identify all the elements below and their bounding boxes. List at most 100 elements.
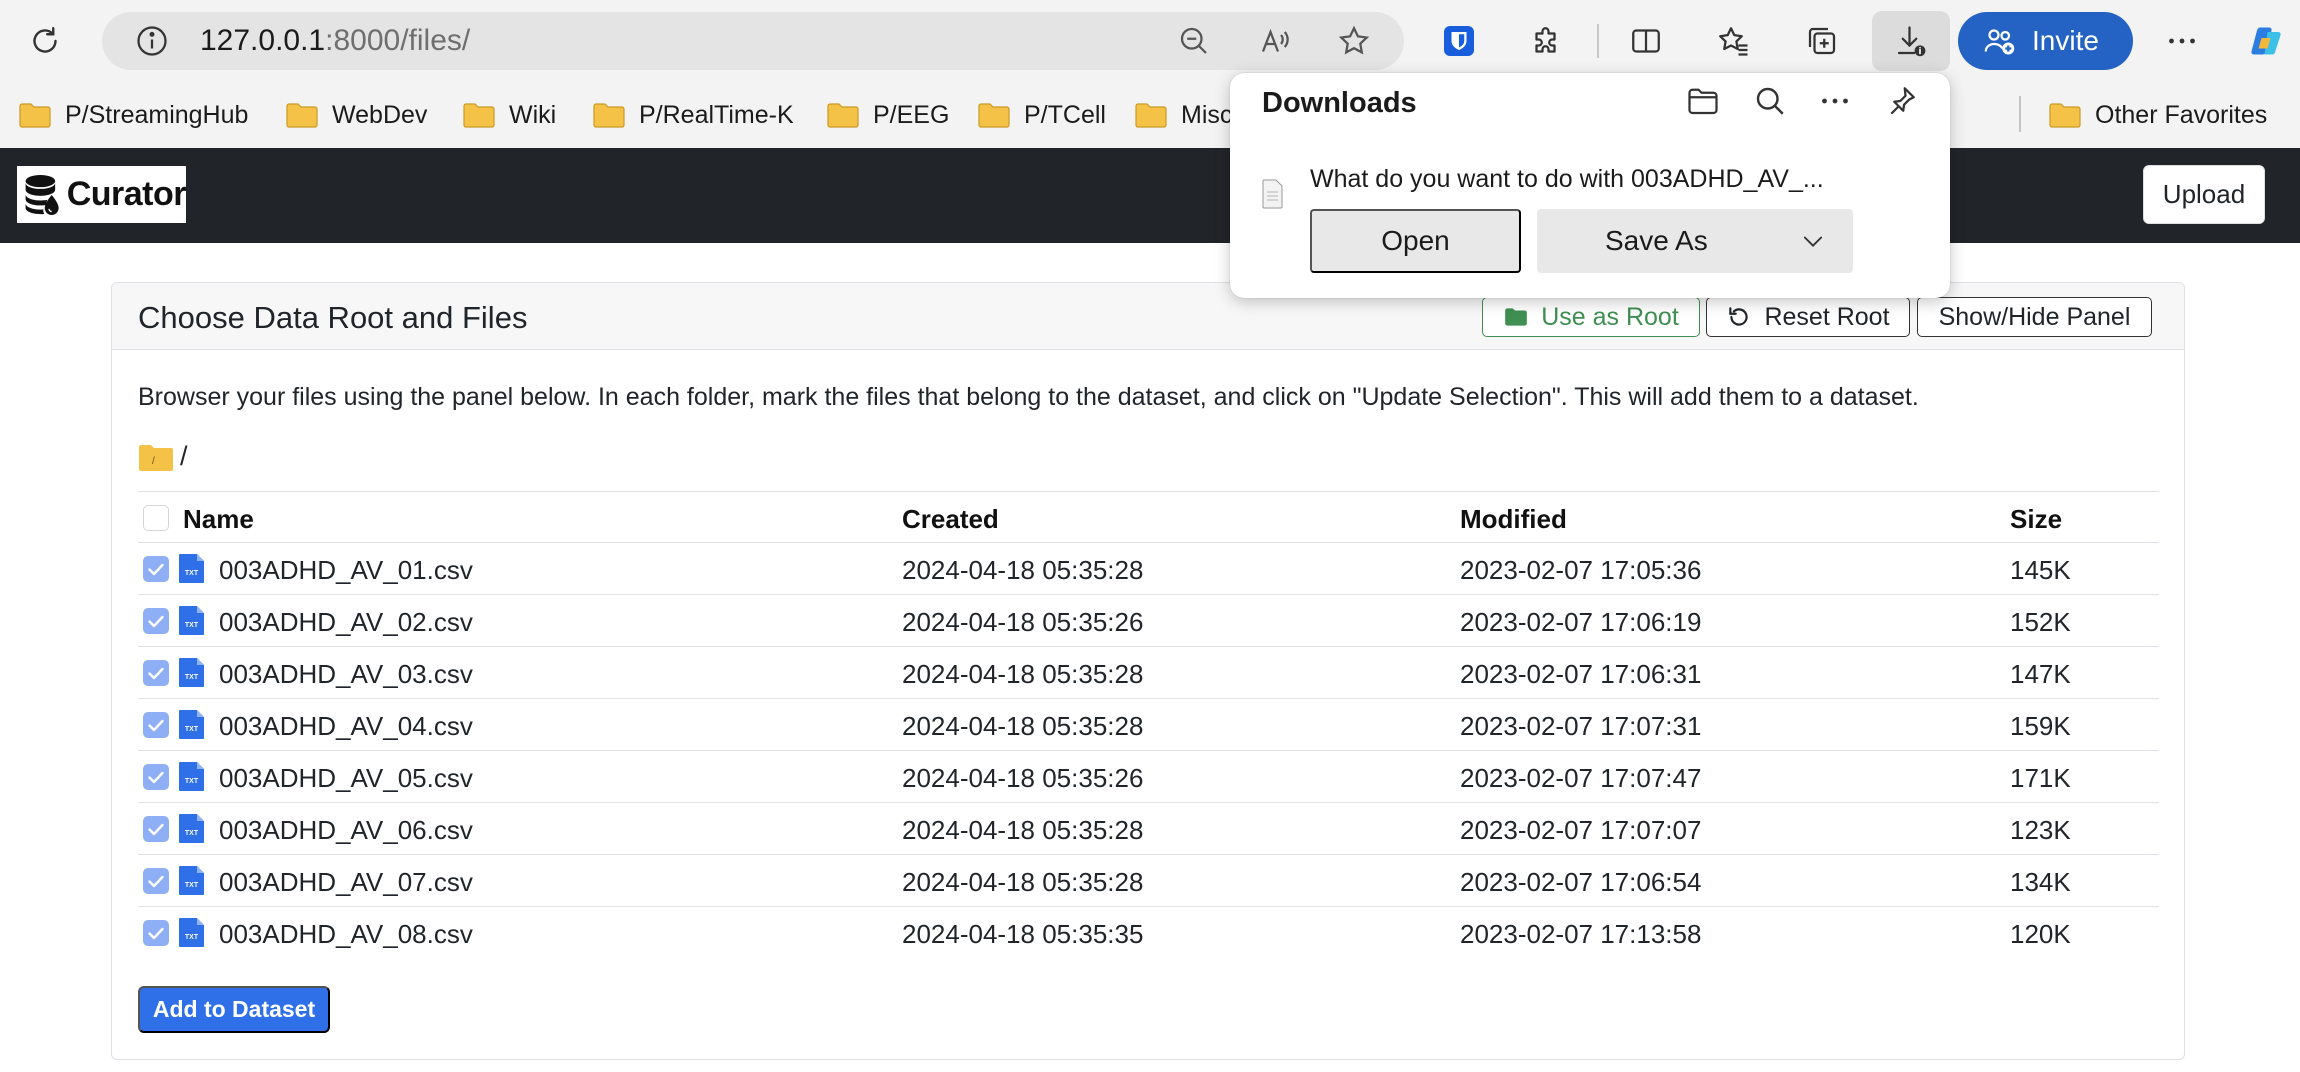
column-size[interactable]: Size [2010,504,2062,535]
read-aloud-icon[interactable] [1257,23,1293,59]
modified-date: 2023-02-07 17:07:07 [1460,815,1702,845]
save-as-button[interactable]: Save As [1537,209,1853,273]
downloads-button[interactable] [1872,11,1950,71]
address-url[interactable]: 127.0.0.1:8000/files/ [200,25,470,57]
bookmark-wiki[interactable]: Wiki [463,96,556,134]
toolbar-divider [1597,24,1599,58]
file-name[interactable]: 003ADHD_AV_03.csv [219,659,473,690]
column-name[interactable]: Name [183,504,254,535]
puzzle-icon [1535,27,1556,53]
address-bar[interactable]: 127.0.0.1:8000/files/ [102,12,1404,70]
bookmark-misc[interactable]: Misc [1135,96,1232,134]
use-as-root-button[interactable]: Use as Root [1482,297,1700,337]
bookmark-webdev[interactable]: WebDev [286,96,427,134]
table-row[interactable]: TXT 003ADHD_AV_03.csv 2024-04-18 05:35:28 2… [138,647,2159,699]
bitwarden-shield-icon [1444,26,1474,56]
row-checkbox[interactable] [143,816,169,842]
extensions-button[interactable] [1517,11,1577,71]
modified-date: 2023-02-07 17:06:19 [1460,607,1702,637]
app-navbar: Curator [0,148,2300,243]
file-name[interactable]: 003ADHD_AV_05.csv [219,763,473,794]
zoom-out-icon[interactable] [1176,23,1212,59]
collections-icon [1808,27,1836,55]
bookmark-streaminghub[interactable]: P/StreamingHub [19,96,248,134]
file-size: 145K [2010,555,2071,585]
file-size: 123K [2010,815,2071,845]
settings-more-button[interactable] [2152,11,2212,71]
txt-file-icon: TXT [179,606,204,635]
table-row[interactable]: TXT 003ADHD_AV_02.csv 2024-04-18 05:35:26 2… [138,595,2159,647]
row-checkbox[interactable] [143,660,169,686]
site-info-icon[interactable] [134,23,170,59]
bookmark-eeg[interactable]: P/EEG [827,96,949,134]
column-created[interactable]: Created [902,504,999,535]
created-date: 2024-04-18 05:35:35 [902,919,1144,949]
row-checkbox[interactable] [143,920,169,946]
row-checkbox[interactable] [143,764,169,790]
download-icon [1897,26,1926,57]
folder-icon [1505,308,1528,326]
file-name[interactable]: 003ADHD_AV_04.csv [219,711,473,742]
select-all-checkbox[interactable] [143,505,169,531]
show-hide-panel-button[interactable]: Show/Hide Panel [1917,297,2152,337]
column-modified[interactable]: Modified [1460,504,1567,535]
file-size: 120K [2010,919,2071,949]
favorite-star-icon[interactable] [1336,23,1372,59]
created-date: 2024-04-18 05:35:28 [902,711,1144,741]
bookmark-tcell[interactable]: P/TCell [978,96,1106,134]
add-to-dataset-button[interactable]: Add to Dataset [138,986,330,1033]
collections-button[interactable] [1792,11,1852,71]
favorites-button[interactable] [1704,11,1764,71]
table-row[interactable]: TXT 003ADHD_AV_07.csv 2024-04-18 05:35:28 2… [138,855,2159,907]
row-checkbox[interactable] [143,608,169,634]
file-name[interactable]: 003ADHD_AV_02.csv [219,607,473,638]
search-icon[interactable] [1752,83,1788,119]
file-icon [1262,179,1283,209]
more-options-icon[interactable] [1817,83,1853,119]
table-row[interactable]: TXT 003ADHD_AV_05.csv 2024-04-18 05:35:26 2… [138,751,2159,803]
table-row[interactable]: TXT 003ADHD_AV_01.csv 2024-04-18 05:35:28 2… [138,543,2159,595]
open-folder-icon[interactable] [1685,83,1721,119]
svg-text:/: / [152,456,155,467]
upload-button[interactable]: Upload [2143,165,2265,224]
copilot-button[interactable] [2236,11,2296,71]
modified-date: 2023-02-07 17:06:31 [1460,659,1702,689]
bookmark-other-favorites[interactable]: Other Favorites [2049,96,2267,134]
copilot-icon [2251,27,2281,55]
chevron-down-icon[interactable] [1799,227,1827,255]
browser-toolbar: 127.0.0.1:8000/files/ Invite [0,0,2300,82]
row-checkbox[interactable] [143,556,169,582]
breadcrumb[interactable]: / / [138,441,188,472]
created-date: 2024-04-18 05:35:28 [902,659,1144,689]
breadcrumb-path: / [180,441,188,471]
split-screen-icon [1632,29,1660,53]
txt-file-icon: TXT [179,814,204,843]
pin-icon[interactable] [1883,83,1919,119]
invite-button[interactable]: Invite [1958,12,2133,70]
modified-date: 2023-02-07 17:06:54 [1460,867,1702,897]
logo-text: Curator [66,175,187,213]
table-row[interactable]: TXT 003ADHD_AV_06.csv 2024-04-18 05:35:28 2… [138,803,2159,855]
txt-file-icon: TXT [179,918,204,947]
modified-date: 2023-02-07 17:07:31 [1460,711,1702,741]
folder-icon [2049,103,2081,128]
split-screen-button[interactable] [1616,11,1676,71]
folder-icon [827,103,859,128]
svg-text:TXT: TXT [185,934,199,941]
file-name[interactable]: 003ADHD_AV_01.csv [219,555,473,586]
refresh-button[interactable] [15,11,75,71]
curator-logo[interactable]: Curator [17,166,187,223]
created-date: 2024-04-18 05:35:26 [902,607,1144,637]
reset-root-button[interactable]: Reset Root [1706,297,1910,337]
file-name[interactable]: 003ADHD_AV_08.csv [219,919,473,949]
bitwarden-extension-button[interactable] [1429,11,1489,71]
row-checkbox[interactable] [143,868,169,894]
bookmark-realtime-k[interactable]: P/RealTime-K [593,96,794,134]
table-row[interactable]: TXT 003ADHD_AV_08.csv 2024-04-18 05:35:35 2… [138,907,2159,949]
table-row[interactable]: TXT 003ADHD_AV_04.csv 2024-04-18 05:35:28 2… [138,699,2159,751]
row-checkbox[interactable] [143,712,169,738]
file-name[interactable]: 003ADHD_AV_06.csv [219,815,473,846]
open-button[interactable]: Open [1310,209,1521,273]
save-as-label: Save As [1605,225,1708,256]
file-name[interactable]: 003ADHD_AV_07.csv [219,867,473,898]
